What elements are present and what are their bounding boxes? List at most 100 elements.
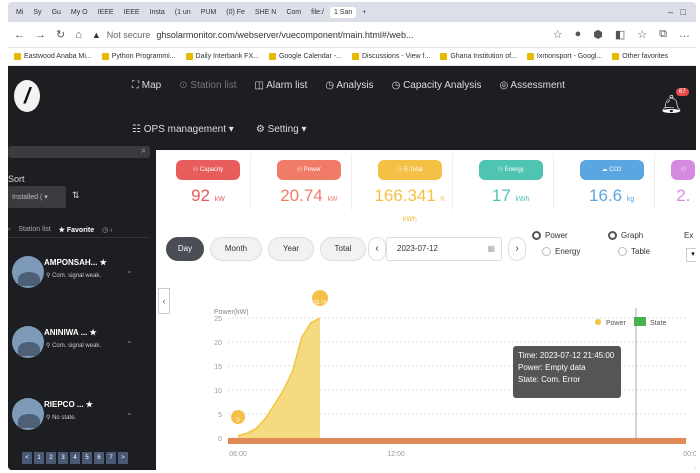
page-number[interactable]: 4 (70, 452, 80, 464)
chevron-down-icon[interactable]: ⌄ (126, 408, 133, 417)
star-icon[interactable]: ★ (100, 258, 107, 267)
collapse-sidebar-button[interactable]: ‹ (158, 288, 170, 314)
nav-station-list[interactable]: ⊙ Station list (179, 80, 236, 91)
page-number[interactable]: 2 (46, 452, 56, 464)
bell-icon[interactable]: 🔔︎ (660, 94, 683, 115)
tab-favorite[interactable]: ★ Favorite (59, 226, 94, 234)
main-panel: ⚇ Capacity 92 kW ⚇ Power 20.74 kW ⚇ E To… (156, 150, 696, 470)
browser-tab[interactable]: Gu (48, 7, 65, 18)
back-icon[interactable]: ← (14, 29, 25, 41)
browser-tab[interactable]: Com (282, 7, 305, 18)
address-bar[interactable]: ▲ Not secure ghsolarmonitor.com/webserve… (92, 30, 543, 40)
browser-tab[interactable]: IEEE (94, 7, 118, 18)
nav-alarm-list[interactable]: ◫ Alarm list (255, 80, 308, 91)
kpi-number: 16.6 (589, 186, 623, 205)
bookmark-label: Eastwood Anaba Mi... (24, 53, 92, 60)
app-logo[interactable]: / (14, 80, 40, 112)
page-number[interactable]: 5 (82, 452, 92, 464)
kpi-number: 17 (491, 186, 511, 205)
browser-tab[interactable]: Sy (29, 7, 45, 18)
clock-icon[interactable]: ◷ › (102, 226, 112, 234)
bookmark[interactable]: Ghana Institution of... (440, 53, 517, 60)
export-dropdown[interactable]: ▾ (686, 248, 696, 262)
bookmark[interactable]: Discussions - View f... (352, 53, 430, 60)
url-text[interactable]: ghsolarmonitor.com/webserver/vuecomponen… (156, 30, 413, 40)
calendar-icon[interactable]: ▦ (487, 238, 495, 260)
bookmark[interactable]: Python Programmi... (101, 53, 176, 60)
nav-assessment[interactable]: ◎ Assessment (499, 80, 564, 91)
radio-table[interactable]: Table (618, 247, 650, 256)
extension-icon[interactable]: ◧ (615, 28, 625, 41)
star-icon[interactable]: ★ (90, 328, 97, 337)
nav-analysis[interactable]: ◷ Analysis (325, 80, 373, 91)
star-icon[interactable]: ★ (86, 400, 93, 409)
radio-power[interactable]: Power (532, 231, 568, 240)
day-button[interactable]: Day (166, 237, 204, 261)
nav-setting[interactable]: ⚙ Setting ▾ (256, 124, 307, 135)
page-number[interactable]: 6 (94, 452, 104, 464)
list-item[interactable]: AMPONSAH... ★ ⚲ Com. signal weak. ⌄ (12, 246, 150, 298)
radio-energy[interactable]: Energy (542, 247, 580, 256)
star-icon[interactable]: ☆ (553, 28, 563, 41)
browser-tab[interactable]: (1 un (171, 7, 195, 18)
bookmark-label: Daily Interbank FX... (195, 53, 259, 60)
browser-tab[interactable]: (0) Fe (222, 7, 249, 18)
tab-station-list[interactable]: Station list (18, 226, 50, 233)
forward-icon[interactable]: → (35, 29, 46, 41)
page-next[interactable]: > (118, 452, 128, 464)
reload-icon[interactable]: ↻ (56, 28, 65, 41)
nav-map[interactable]: ⛶ Map (132, 80, 161, 91)
page-number[interactable]: 3 (58, 452, 68, 464)
legend-label-power: Power (606, 320, 627, 327)
sidebar-tabs: ‹ Station list ★ Favorite ◷ › (8, 222, 150, 238)
radio-graph[interactable]: Graph (608, 231, 643, 240)
list-item[interactable]: ANINIWA ... ★ ⚲ Com. signal weak. ⌄ (12, 316, 150, 368)
nav-capacity-analysis[interactable]: ◷ Capacity Analysis (392, 80, 482, 91)
collections-icon[interactable]: ⧉ (659, 28, 667, 41)
extension-icon[interactable]: ⬢ (593, 28, 603, 41)
export-button[interactable]: Ex (684, 231, 693, 240)
browser-tab[interactable]: Insta (146, 7, 169, 18)
search-icon[interactable]: ⌕ (141, 145, 146, 156)
avatar (12, 256, 44, 288)
more-icon[interactable]: … (679, 28, 690, 41)
bookmark[interactable]: Eastwood Anaba Mi... (14, 53, 92, 60)
browser-tab[interactable]: SHE N (251, 7, 280, 18)
page-prev[interactable]: < (22, 452, 32, 464)
kpi-value: 17 kWh (469, 186, 553, 206)
extension-icon[interactable]: ● (575, 28, 582, 41)
list-item[interactable]: RIEPCO ... ★ ⚲ No state. ⌄ (12, 388, 150, 440)
month-button[interactable]: Month (210, 237, 262, 261)
bookmark[interactable]: Daily Interbank FX... (185, 53, 259, 60)
other-favorites[interactable]: Other favorites (612, 53, 668, 60)
y-tick-label: 0 (218, 436, 222, 443)
nav-ops-management[interactable]: ☷ OPS management ▾ (132, 124, 234, 135)
browser-tab[interactable]: file:/ (307, 7, 328, 18)
google-icon (526, 53, 534, 60)
chevron-left-icon[interactable]: ‹ (8, 226, 10, 233)
station-search-input[interactable]: ⌕ (8, 145, 150, 158)
prev-date-button[interactable]: ‹ (368, 237, 386, 261)
sort-select[interactable]: Installed ( ▾ (8, 186, 66, 208)
browser-tab[interactable]: IEEE (120, 7, 144, 18)
browser-tab[interactable]: Mi (12, 7, 27, 18)
total-button[interactable]: Total (320, 237, 366, 261)
page-number[interactable]: 7 (106, 452, 116, 464)
browser-tab[interactable]: PUM (197, 7, 221, 18)
browser-tab[interactable]: My O (67, 7, 92, 18)
minimize-icon[interactable]: – □ (668, 7, 696, 17)
bookmark[interactable]: Google Calendar -... (268, 53, 342, 60)
chevron-down-icon[interactable]: ⌄ (126, 266, 133, 275)
chevron-down-icon[interactable]: ⌄ (126, 336, 133, 345)
favorites-icon[interactable]: ☆ (637, 28, 647, 41)
y-tick-label: 10 (214, 388, 222, 395)
new-tab-button[interactable]: + (358, 7, 370, 18)
browser-tab-active[interactable]: 1 San (329, 6, 357, 18)
bookmark[interactable]: Ixmonsport - Googl... (526, 53, 602, 60)
page-number[interactable]: 1 (34, 452, 44, 464)
next-date-button[interactable]: › (508, 237, 526, 261)
year-button[interactable]: Year (268, 237, 314, 261)
date-input[interactable]: 2023-07-12 ▦ (386, 237, 502, 261)
home-icon[interactable]: ⌂ (75, 29, 82, 41)
sort-order-icon[interactable]: ⇅ (72, 190, 80, 201)
